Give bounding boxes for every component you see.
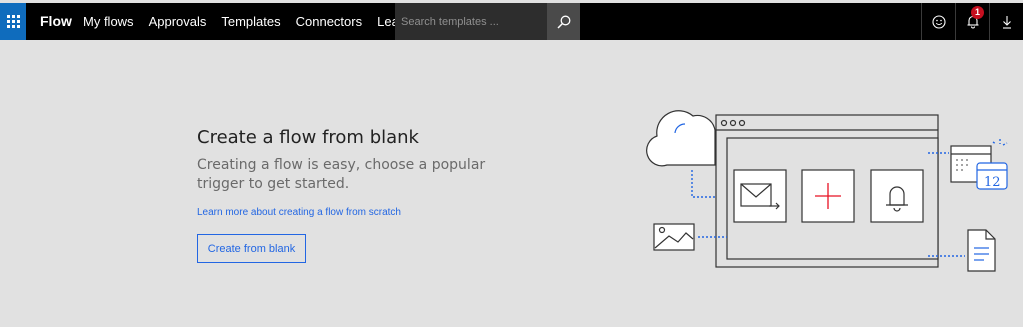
search-box: [395, 3, 580, 40]
document-icon: [967, 229, 996, 272]
nav-connectors[interactable]: Connectors: [296, 3, 362, 40]
bell-tile-icon: [870, 169, 924, 223]
search-button[interactable]: [547, 3, 580, 40]
header-actions: 1: [921, 3, 1023, 40]
download-icon: [1002, 15, 1011, 29]
smiley-icon: [931, 14, 946, 29]
search-icon: [556, 15, 570, 29]
nav-approvals[interactable]: Approvals: [149, 3, 207, 40]
nav-templates[interactable]: Templates: [221, 3, 280, 40]
notifications-button[interactable]: 1: [955, 3, 989, 40]
mail-icon: [733, 169, 787, 223]
main-nav: My flows Approvals Templates Connectors …: [83, 3, 435, 40]
top-bar: Flow My flows Approvals Templates Connec…: [0, 3, 1023, 40]
hero-illustration: 12: [646, 110, 1008, 272]
notification-badge: 1: [971, 6, 984, 19]
search-input[interactable]: [395, 3, 551, 40]
nav-my-flows[interactable]: My flows: [83, 3, 134, 40]
page-title: Create a flow from blank: [197, 127, 419, 148]
brand-title[interactable]: Flow: [40, 3, 72, 40]
cloud-icon: [646, 110, 716, 167]
feedback-button[interactable]: [921, 3, 955, 40]
calendar-day: 12: [984, 175, 1001, 190]
hero-description: Creating a flow is easy, choose a popula…: [197, 157, 486, 192]
download-button[interactable]: [989, 3, 1023, 40]
app-launcher-icon[interactable]: [0, 3, 26, 40]
create-from-blank-button[interactable]: Create from blank: [197, 234, 306, 263]
learn-more-link[interactable]: Learn more about creating a flow from sc…: [197, 207, 401, 218]
